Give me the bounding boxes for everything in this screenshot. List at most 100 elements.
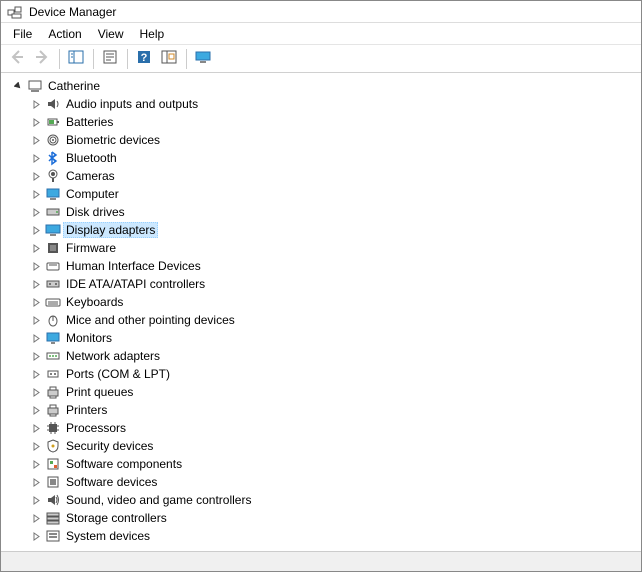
mice-icon — [45, 312, 61, 328]
titlebar: Device Manager — [1, 1, 641, 23]
ide-icon — [45, 276, 61, 292]
tree-node-label: System devices — [63, 528, 153, 544]
tree-node-printers[interactable]: Printers — [29, 401, 639, 419]
arrow-left-icon — [9, 49, 25, 68]
tree-node-batteries[interactable]: Batteries — [29, 113, 639, 131]
tree-node-ide[interactable]: IDE ATA/ATAPI controllers — [29, 275, 639, 293]
tree-node-label: IDE ATA/ATAPI controllers — [63, 276, 208, 292]
expander-collapsed-icon[interactable] — [29, 439, 43, 453]
tree-node-disk[interactable]: Disk drives — [29, 203, 639, 221]
tree-node-label: Print queues — [63, 384, 136, 400]
tree-node-storage[interactable]: Storage controllers — [29, 509, 639, 527]
tree-node-label: Human Interface Devices — [63, 258, 204, 274]
tree-node-ports[interactable]: Ports (COM & LPT) — [29, 365, 639, 383]
toolbar-show-hide-tree-button[interactable] — [64, 47, 88, 71]
tree-node-security[interactable]: Security devices — [29, 437, 639, 455]
tree-node-system[interactable]: System devices — [29, 527, 639, 545]
expander-collapsed-icon[interactable] — [29, 331, 43, 345]
tree-node-monitors[interactable]: Monitors — [29, 329, 639, 347]
tree-root-label: Catherine — [45, 78, 103, 94]
tree-node-cameras[interactable]: Cameras — [29, 167, 639, 185]
expander-expanded-icon[interactable] — [11, 79, 25, 93]
scan-hardware-icon — [161, 49, 177, 68]
tree-root-node[interactable]: Catherine — [11, 77, 639, 95]
statusbar — [1, 551, 641, 571]
menu-view[interactable]: View — [90, 25, 132, 43]
toolbar-separator — [59, 49, 60, 69]
arrow-right-icon — [34, 49, 50, 68]
keyboards-icon — [45, 294, 61, 310]
expander-collapsed-icon[interactable] — [29, 115, 43, 129]
toolbar-separator — [93, 49, 94, 69]
expander-collapsed-icon[interactable] — [29, 457, 43, 471]
toolbar: ? — [1, 45, 641, 73]
expander-collapsed-icon[interactable] — [29, 367, 43, 381]
expander-collapsed-icon[interactable] — [29, 241, 43, 255]
tree-node-label: Bluetooth — [63, 150, 120, 166]
tree-node-network[interactable]: Network adapters — [29, 347, 639, 365]
tree-node-computer[interactable]: Computer — [29, 185, 639, 203]
device-tree[interactable]: Catherine Audio inputs and outputsBatter… — [1, 73, 641, 551]
tree-node-label: Ports (COM & LPT) — [63, 366, 173, 382]
swcomp-icon — [45, 456, 61, 472]
tree-node-label: Computer — [63, 186, 122, 202]
tree-node-display[interactable]: Display adapters — [29, 221, 639, 239]
tree-node-keyboards[interactable]: Keyboards — [29, 293, 639, 311]
tree-node-printq[interactable]: Print queues — [29, 383, 639, 401]
toolbar-scan-button[interactable] — [157, 47, 181, 71]
expander-collapsed-icon[interactable] — [29, 259, 43, 273]
biometric-icon — [45, 132, 61, 148]
tree-node-label: Monitors — [63, 330, 115, 346]
toolbar-back-button[interactable] — [5, 47, 29, 71]
expander-collapsed-icon[interactable] — [29, 205, 43, 219]
tree-node-processors[interactable]: Processors — [29, 419, 639, 437]
expander-collapsed-icon[interactable] — [29, 97, 43, 111]
expander-collapsed-icon[interactable] — [29, 385, 43, 399]
expander-collapsed-icon[interactable] — [29, 277, 43, 291]
tree-node-sound[interactable]: Sound, video and game controllers — [29, 491, 639, 509]
tree-node-hid[interactable]: Human Interface Devices — [29, 257, 639, 275]
tree-node-label: Firmware — [63, 240, 119, 256]
sound-icon — [45, 492, 61, 508]
storage-icon — [45, 510, 61, 526]
expander-collapsed-icon[interactable] — [29, 493, 43, 507]
toolbar-properties-button[interactable] — [98, 47, 122, 71]
help-icon: ? — [136, 49, 152, 68]
expander-collapsed-icon[interactable] — [29, 313, 43, 327]
tree-node-label: Mice and other pointing devices — [63, 312, 238, 328]
tree-node-label: Network adapters — [63, 348, 163, 364]
menu-file[interactable]: File — [5, 25, 40, 43]
expander-collapsed-icon[interactable] — [29, 511, 43, 525]
window-title: Device Manager — [29, 5, 116, 19]
menu-help[interactable]: Help — [132, 25, 173, 43]
hid-icon — [45, 258, 61, 274]
bluetooth-icon — [45, 150, 61, 166]
tree-node-swdev[interactable]: Software devices — [29, 473, 639, 491]
expander-collapsed-icon[interactable] — [29, 529, 43, 543]
expander-collapsed-icon[interactable] — [29, 349, 43, 363]
expander-collapsed-icon[interactable] — [29, 421, 43, 435]
expander-collapsed-icon[interactable] — [29, 475, 43, 489]
tree-node-biometric[interactable]: Biometric devices — [29, 131, 639, 149]
tree-node-bluetooth[interactable]: Bluetooth — [29, 149, 639, 167]
tree-node-mice[interactable]: Mice and other pointing devices — [29, 311, 639, 329]
expander-collapsed-icon[interactable] — [29, 187, 43, 201]
tree-pane-icon — [68, 49, 84, 68]
tree-node-swcomp[interactable]: Software components — [29, 455, 639, 473]
expander-collapsed-icon[interactable] — [29, 403, 43, 417]
expander-collapsed-icon[interactable] — [29, 295, 43, 309]
system-icon — [45, 528, 61, 544]
menu-action[interactable]: Action — [40, 25, 89, 43]
toolbar-monitor-button[interactable] — [191, 47, 215, 71]
expander-collapsed-icon[interactable] — [29, 169, 43, 183]
network-icon — [45, 348, 61, 364]
toolbar-help-button[interactable]: ? — [132, 47, 156, 71]
tree-node-label: Software devices — [63, 474, 160, 490]
expander-collapsed-icon[interactable] — [29, 151, 43, 165]
tree-node-label: Biometric devices — [63, 132, 163, 148]
expander-collapsed-icon[interactable] — [29, 133, 43, 147]
tree-node-audio[interactable]: Audio inputs and outputs — [29, 95, 639, 113]
toolbar-forward-button[interactable] — [30, 47, 54, 71]
expander-collapsed-icon[interactable] — [29, 223, 43, 237]
tree-node-firmware[interactable]: Firmware — [29, 239, 639, 257]
